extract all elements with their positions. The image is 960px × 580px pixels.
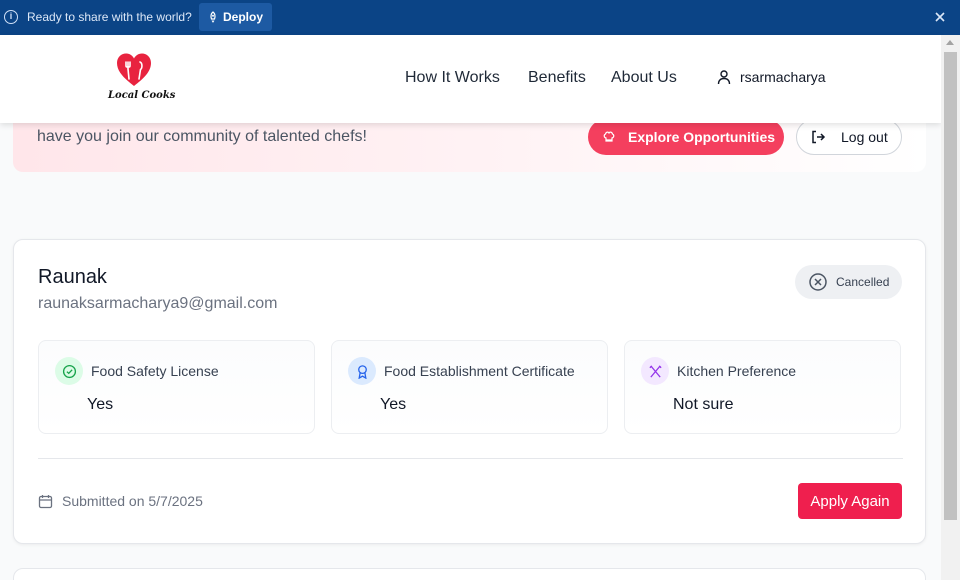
scrollbar[interactable] <box>941 35 960 580</box>
apply-again-button[interactable]: Apply Again <box>798 483 902 519</box>
food-establishment-certificate-card: Food Establishment Certificate Yes <box>331 340 608 434</box>
card-divider <box>38 458 903 459</box>
application-card: Raunak raunaksarmacharya9@gmail.com Canc… <box>13 239 926 544</box>
chef-hat-icon <box>603 131 615 142</box>
logout-icon <box>812 130 826 144</box>
heart-logo-icon <box>117 53 151 86</box>
status-badge: Cancelled <box>795 265 902 299</box>
next-application-card <box>13 568 926 580</box>
user-icon <box>717 70 731 85</box>
detail-value: Yes <box>87 396 114 413</box>
user-menu[interactable]: rsarmacharya <box>716 69 826 85</box>
deploy-button[interactable]: Deploy <box>199 3 273 31</box>
x-circle-icon <box>809 273 827 291</box>
award-icon <box>348 357 376 385</box>
rocket-icon <box>210 11 216 23</box>
username: rsarmacharya <box>740 69 826 85</box>
deploy-label: Deploy <box>223 10 264 24</box>
explore-label: Explore Opportunities <box>628 129 776 145</box>
explore-opportunities-button[interactable]: Explore Opportunities <box>588 119 784 155</box>
submitted-date: Submitted on 5/7/2025 <box>38 493 203 509</box>
deploy-message: Ready to share with the world? <box>27 10 192 24</box>
site-header: Local Cooks How It Works Benefits About … <box>0 35 941 123</box>
scrollbar-thumb[interactable] <box>944 52 957 520</box>
utensils-crossed-icon <box>641 357 669 385</box>
info-icon: i <box>4 10 18 24</box>
deploy-banner: i Ready to share with the world? Deploy <box>0 0 960 35</box>
nav-about-us[interactable]: About Us <box>611 69 677 87</box>
nav-how-it-works[interactable]: How It Works <box>405 69 500 87</box>
close-icon[interactable] <box>933 10 947 24</box>
logout-label: Log out <box>841 129 888 145</box>
check-circle-icon <box>55 357 83 385</box>
detail-label: Food Safety License <box>91 363 219 379</box>
food-safety-license-card: Food Safety License Yes <box>38 340 315 434</box>
brand-name: Local Cooks <box>108 90 176 101</box>
logout-button[interactable]: Log out <box>796 119 902 155</box>
detail-label: Kitchen Preference <box>677 363 797 379</box>
status-label: Cancelled <box>836 275 890 289</box>
applicant-email: raunaksarmacharya9@gmail.com <box>38 295 278 312</box>
kitchen-preference-card: Kitchen Preference Not sure <box>624 340 901 434</box>
calendar-icon <box>38 494 53 508</box>
applicant-name: Raunak <box>38 266 107 288</box>
detail-label: Food Establishment Certificate <box>384 363 575 379</box>
scroll-up-arrow-icon[interactable] <box>946 40 954 45</box>
detail-value: Not sure <box>673 396 734 413</box>
brand-logo[interactable]: Local Cooks <box>104 52 175 108</box>
submitted-label: Submitted on 5/7/2025 <box>62 493 203 509</box>
detail-value: Yes <box>380 396 407 413</box>
nav-benefits[interactable]: Benefits <box>528 69 586 87</box>
